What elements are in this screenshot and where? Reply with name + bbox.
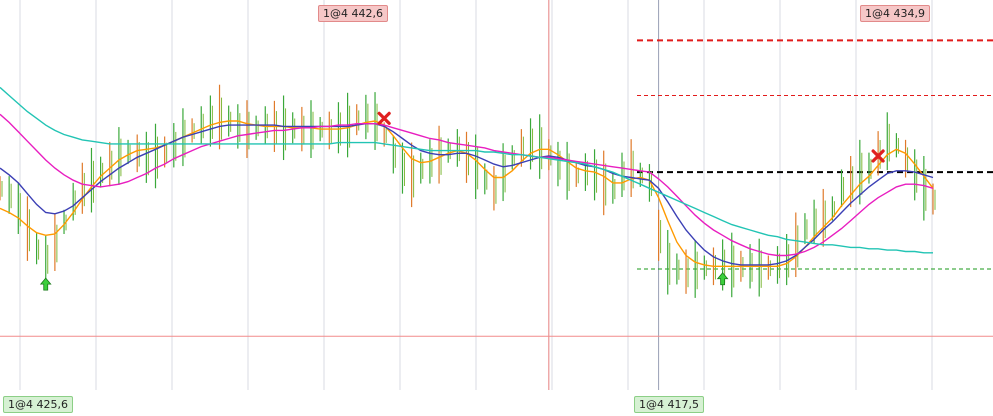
buy-signal-arrow-icon — [716, 272, 729, 286]
buy-signal-arrow-icon — [39, 277, 52, 291]
chart-canvas — [0, 0, 993, 390]
sell-signal-cross-icon — [377, 111, 391, 125]
top-right-marker-label: 1@4 434,9 — [860, 5, 930, 22]
top-left-marker-label: 1@4 442,6 — [318, 5, 388, 22]
bottom-left-marker-label: 1@4 425,6 — [3, 396, 73, 413]
bottom-mid-marker-label: 1@4 417,5 — [634, 396, 704, 413]
